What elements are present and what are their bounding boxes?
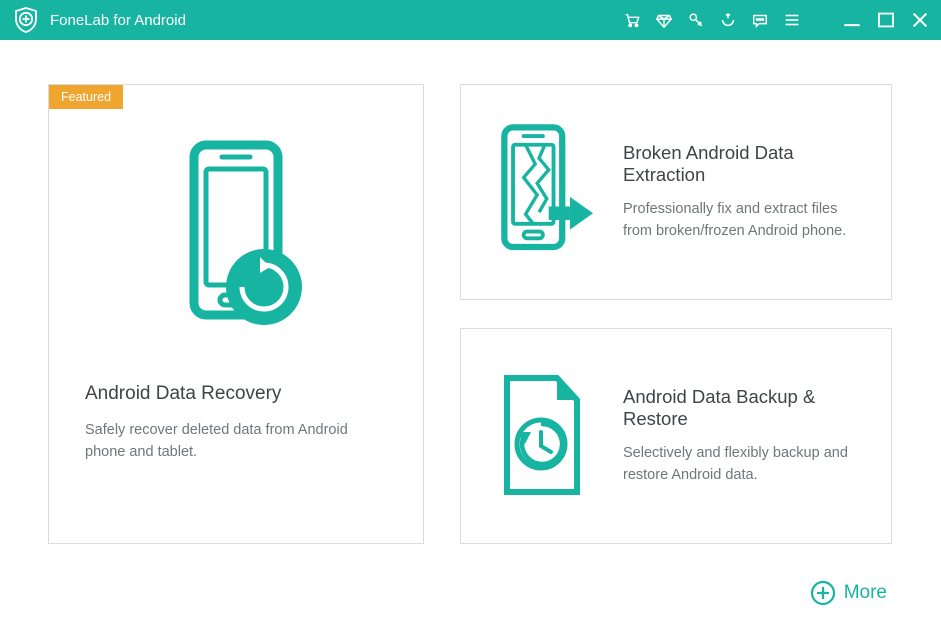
- card-recovery[interactable]: Featured Android Data Recovery Safely re…: [48, 84, 424, 544]
- broken-phone-icon: [487, 117, 595, 267]
- featured-badge: Featured: [49, 85, 123, 109]
- app-title: FoneLab for Android: [50, 12, 186, 29]
- chat-icon[interactable]: [751, 11, 769, 29]
- minimize-button[interactable]: [843, 11, 861, 29]
- window-controls: [843, 11, 929, 29]
- backup-title: Android Data Backup & Restore: [623, 386, 861, 430]
- recovery-desc: Safely recover deleted data from Android…: [85, 419, 387, 464]
- more-button[interactable]: More: [810, 580, 887, 606]
- maximize-button[interactable]: [877, 11, 895, 29]
- backup-file-icon: [487, 368, 595, 504]
- cart-icon[interactable]: [623, 11, 641, 29]
- close-button[interactable]: [911, 11, 929, 29]
- broken-title: Broken Android Data Extraction: [623, 142, 861, 186]
- menu-icon[interactable]: [783, 11, 801, 29]
- recovery-icon: [49, 85, 423, 375]
- titlebar: FoneLab for Android: [0, 0, 941, 40]
- card-backup[interactable]: Android Data Backup & Restore Selectivel…: [460, 328, 892, 544]
- main-content: Featured Android Data Recovery Safely re…: [0, 40, 941, 585]
- plus-circle-icon: [810, 580, 836, 606]
- card-broken[interactable]: Broken Android Data Extraction Professio…: [460, 84, 892, 300]
- backup-desc: Selectively and flexibly backup and rest…: [623, 442, 861, 487]
- more-label: More: [844, 582, 887, 604]
- app-logo: FoneLab for Android: [12, 6, 186, 34]
- right-column: Broken Android Data Extraction Professio…: [460, 84, 892, 565]
- titlebar-actions: [623, 11, 829, 29]
- diamond-icon[interactable]: [655, 11, 673, 29]
- key-icon[interactable]: [687, 11, 705, 29]
- broken-desc: Professionally fix and extract files fro…: [623, 198, 861, 243]
- recovery-title: Android Data Recovery: [85, 383, 387, 405]
- shield-plus-icon: [12, 6, 40, 34]
- refresh-icon[interactable]: [719, 11, 737, 29]
